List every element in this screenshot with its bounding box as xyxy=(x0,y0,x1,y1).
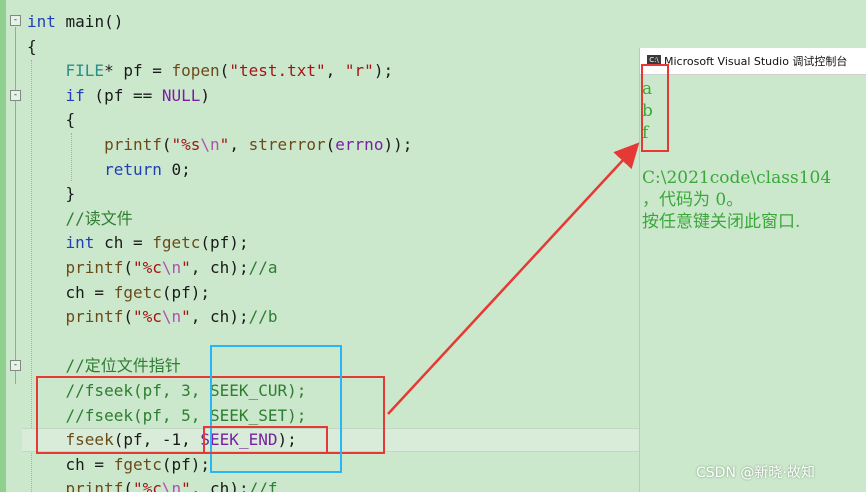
watermark: CSDN @新晓·故知 xyxy=(696,465,815,481)
arrow-line xyxy=(387,142,640,415)
annotation-arrow xyxy=(387,142,640,415)
